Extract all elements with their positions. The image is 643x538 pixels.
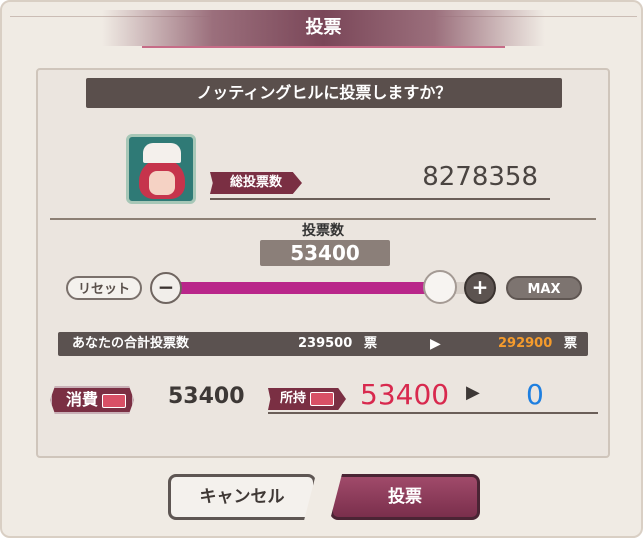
owned-current-value: 53400 — [360, 378, 450, 411]
owned-label-text: 所持 — [280, 391, 307, 406]
arrow-right-icon: ▶ — [430, 336, 441, 352]
total-votes-underline — [210, 198, 550, 200]
consume-label-text: 消費 — [66, 390, 99, 409]
vote-count-label: 投票数 — [302, 223, 344, 239]
reset-button[interactable]: リセット — [66, 276, 142, 300]
dialog-title: 投票 — [305, 17, 342, 38]
ticket-icon — [102, 393, 127, 408]
your-total-label: あなたの合計投票数 — [72, 336, 190, 351]
your-total-unit: 票 — [364, 336, 378, 351]
ticket-icon — [310, 391, 335, 406]
your-total-votes-bar: あなたの合計投票数 239500 票 ▶ 292900 票 — [58, 332, 588, 356]
your-total-next-unit: 票 — [564, 336, 578, 351]
character-portrait-icon — [126, 134, 196, 204]
vote-question: ノッティングヒルに投票しますか？ — [86, 78, 562, 108]
vote-slider-thumb[interactable] — [422, 270, 457, 304]
consume-label: 消費 — [50, 386, 134, 414]
vote-button[interactable]: 投票 — [330, 474, 480, 520]
your-total-next: 292900 — [498, 336, 553, 351]
vote-count-input[interactable]: 53400 — [260, 240, 390, 266]
consume-value: 53400 — [168, 384, 245, 409]
owned-underline — [268, 412, 598, 414]
max-button[interactable]: MAX — [506, 276, 582, 300]
dialog-title-bar: 投票 — [102, 10, 545, 46]
owned-after-value: 0 — [526, 378, 544, 411]
arrow-right-icon: ▶ — [466, 382, 480, 403]
vote-slider-fill — [170, 282, 440, 294]
title-underline — [142, 46, 505, 48]
decrease-button[interactable]: − — [150, 272, 182, 304]
total-votes-label: 総投票数 — [210, 172, 302, 194]
total-votes-value: 8278358 — [422, 162, 538, 192]
vote-dialog: 投票 ノッティングヒルに投票しますか？ 総投票数 8278358 投票数 534… — [0, 0, 643, 538]
your-total-current: 239500 — [298, 336, 353, 351]
owned-label: 所持 — [268, 388, 346, 410]
vote-panel: ノッティングヒルに投票しますか？ 総投票数 8278358 投票数 53400 … — [36, 68, 610, 458]
cancel-button[interactable]: キャンセル — [168, 474, 316, 520]
increase-button[interactable]: + — [464, 272, 496, 304]
